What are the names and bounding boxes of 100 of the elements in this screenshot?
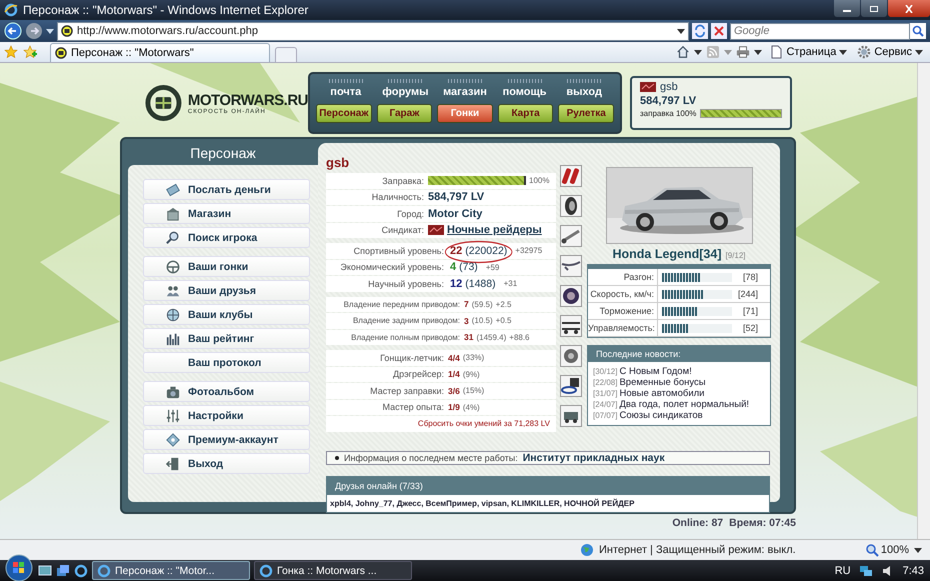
status-text: Интернет | Защищенный режим: выкл. [599, 544, 796, 556]
page-menu-button[interactable]: Страница [766, 45, 850, 59]
forward-button[interactable] [25, 22, 43, 40]
zoom-icon [864, 543, 879, 557]
work-value: Институт прикладных наук [522, 452, 665, 464]
row-label: Гонщик-летчик: [379, 352, 445, 363]
drive-value: 3 [464, 316, 469, 326]
level-gain: +59 [486, 262, 500, 272]
site-logo-icon [55, 47, 67, 59]
axle-icon[interactable] [560, 255, 582, 277]
minimize-button[interactable] [834, 0, 860, 17]
drive-total: (59.5) [472, 300, 493, 309]
menu-item[interactable]: Ваши друзья [143, 280, 310, 301]
row-label: Наличность: [370, 192, 425, 202]
menu-item[interactable]: Магазин [143, 203, 310, 224]
row-label: Синдикат: [380, 225, 425, 236]
pipe-icon[interactable] [560, 225, 582, 247]
friends-title: Друзья онлайн (7/33) [327, 476, 769, 494]
syndicate-link[interactable]: Ночные рейдеры [447, 224, 542, 236]
sidebar-title: Персонаж [189, 144, 257, 163]
menu-item[interactable]: Ваши клубы [143, 304, 310, 325]
level-value: 22 [450, 244, 462, 257]
language-indicator[interactable]: RU [834, 564, 851, 576]
browser-tab[interactable]: Персонаж :: "Motorwars" [50, 43, 270, 62]
drive-value: 31 [464, 332, 474, 342]
menu-item[interactable]: Ваш рейтинг [143, 328, 310, 349]
window-title: Персонаж :: "Motorwars" - Windows Internet Explorer [23, 3, 310, 17]
news-link[interactable]: Новые автомобили [619, 388, 704, 399]
taskbar-button[interactable]: Персонаж :: "Motor... [92, 561, 250, 580]
desktop-icon[interactable] [38, 564, 52, 578]
menu-item[interactable]: Послать деньги [143, 179, 310, 200]
caret-icon[interactable] [677, 28, 685, 34]
skill-share: (4%) [462, 402, 480, 412]
menu-item[interactable]: Ваши гонки [143, 256, 310, 277]
star-icon[interactable] [4, 45, 18, 59]
news-link[interactable]: С Новым Годом! [619, 366, 692, 377]
window-switch-icon[interactable] [56, 564, 70, 578]
nav-tab[interactable]: Персонаж [316, 104, 372, 123]
level-total: (73) [459, 261, 478, 274]
network-icon[interactable] [858, 564, 873, 578]
fuel-label: заправка 100% [640, 109, 696, 118]
add-favorite-icon[interactable] [23, 45, 37, 59]
user-money: 584,797 LV [640, 95, 698, 107]
menu-item[interactable]: Поиск игрока [143, 227, 310, 248]
spring-icon[interactable] [560, 165, 582, 187]
skill-value: 3/6 [448, 386, 460, 396]
nav-tab[interactable]: Гараж [376, 104, 432, 123]
printer-icon[interactable] [736, 45, 750, 59]
back-button[interactable] [4, 22, 22, 40]
caret-icon[interactable] [694, 50, 702, 54]
row-label: Спортивный уровень: [352, 246, 445, 256]
row-label: Дрэгрейсер: [392, 369, 445, 380]
news-link[interactable]: Два года, полет нормальный! [619, 399, 750, 410]
news-link[interactable]: Временные бонусы [619, 377, 706, 388]
row-label: Владение задним приводом: [352, 316, 461, 326]
fuel-reading: 100% [529, 176, 550, 186]
row-label: Владение полным приводом: [350, 332, 461, 342]
clock: 7:43 [902, 564, 924, 576]
start-button[interactable] [4, 552, 34, 581]
nav-tab[interactable]: Карта [498, 104, 554, 123]
bullet-icon [335, 456, 339, 460]
news-link[interactable]: Союзы синдикатов [619, 410, 703, 421]
zoom-button[interactable]: 100% [864, 543, 909, 557]
emblem-icon [640, 82, 656, 92]
maximize-button[interactable] [861, 0, 887, 17]
tire-icon[interactable] [560, 195, 582, 217]
computer-icon[interactable] [560, 375, 582, 397]
caret-icon[interactable] [914, 548, 922, 552]
gear-icon [857, 45, 872, 59]
search-icon[interactable] [910, 23, 926, 39]
search-field[interactable]: Google [730, 22, 910, 40]
home-icon[interactable] [676, 45, 690, 59]
skill-value: 1/9 [448, 402, 460, 412]
skill-value: 1/4 [448, 369, 460, 380]
close-button[interactable] [888, 0, 930, 17]
logo-text: MOTORWARS.RU [188, 92, 308, 108]
taskbar-button[interactable]: Гонка :: Motorwars ... [254, 561, 412, 580]
tools-menu-button[interactable]: Сервис [854, 45, 926, 59]
refresh-icon[interactable] [692, 23, 708, 39]
menu-item[interactable]: Ваш протокол [143, 352, 310, 373]
server-time: Время: 07:45 [729, 517, 796, 529]
level-total: (1488) [465, 278, 496, 290]
wheel-icon[interactable] [560, 285, 582, 307]
menu-item[interactable]: Премиум-аккаунт [143, 429, 310, 450]
work-label: Информация о последнем месте работы: [344, 452, 518, 462]
menu-item[interactable]: Фотоальбом [143, 381, 310, 402]
stop-icon[interactable] [711, 23, 727, 39]
nav-tab[interactable]: Рулетка [558, 104, 614, 123]
menu-item[interactable]: Настройки [143, 405, 310, 426]
news-date: [24/07] [593, 400, 618, 409]
car-name: Honda Legend[34] [612, 247, 722, 261]
address-field[interactable]: http://www.motorwars.ru/account.php [57, 22, 689, 40]
caret-icon[interactable] [754, 50, 762, 54]
row-value: Motor City [428, 208, 482, 220]
scrollbar[interactable] [917, 63, 930, 539]
stat-label: Скорость, км/ч: [588, 286, 658, 302]
row-value: 584,797 LV [428, 191, 484, 204]
caret-icon[interactable] [46, 28, 54, 34]
menu-item[interactable]: Выход [143, 453, 310, 474]
stat-reading: [78] [742, 272, 759, 282]
